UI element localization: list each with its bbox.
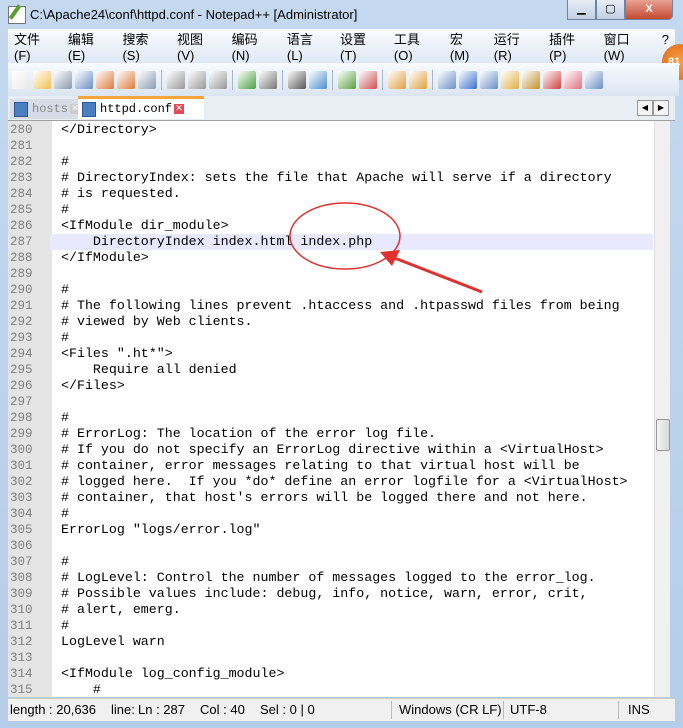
annotation-circle [289,202,401,270]
annotation-overlay [289,202,483,294]
notepadpp-window: C:\Apache24\conf\httpd.conf - Notepad++ … [0,0,683,728]
annotation-arrow [391,255,483,294]
